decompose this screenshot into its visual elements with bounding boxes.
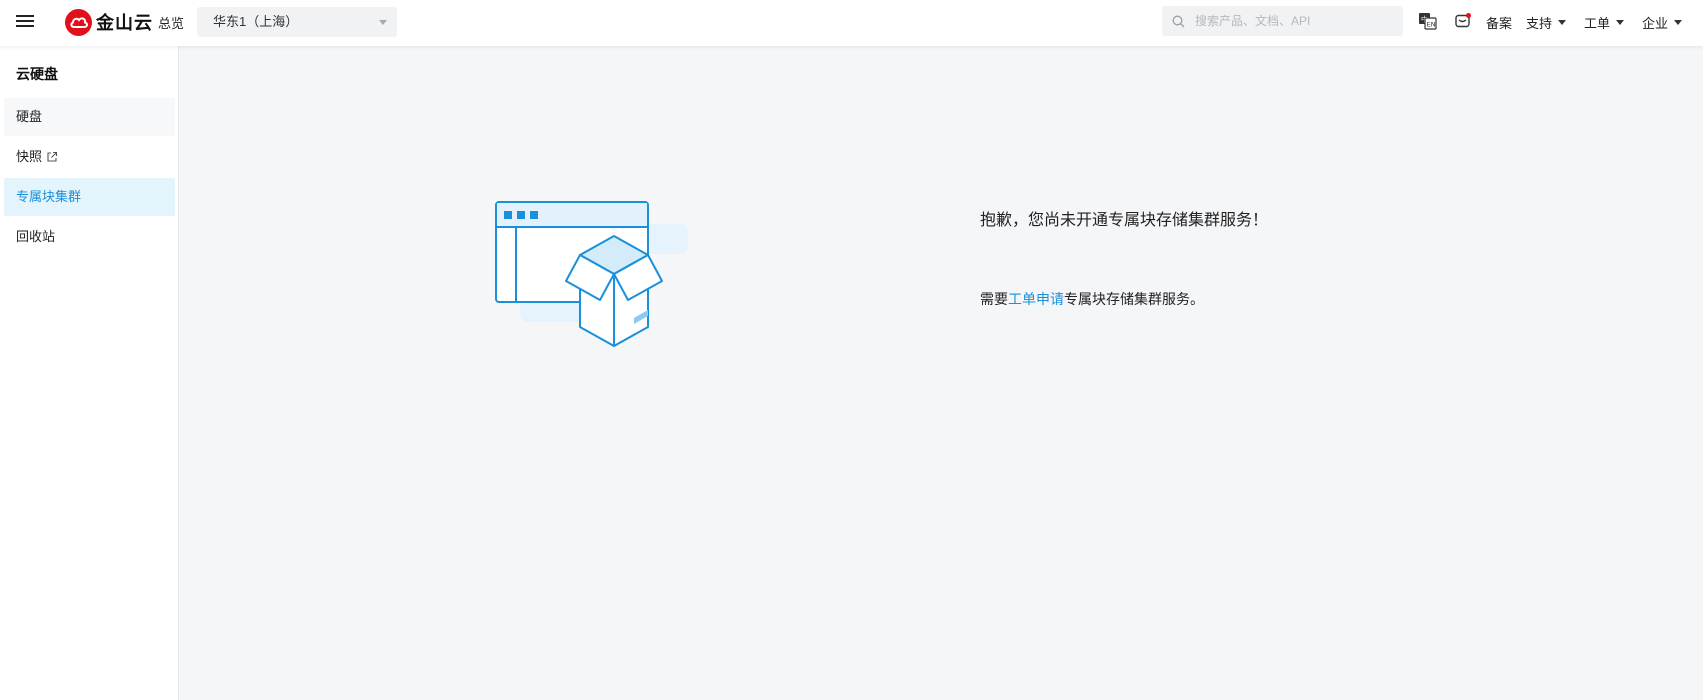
svg-text:EN: EN <box>1427 21 1436 29</box>
search-box <box>1162 6 1403 36</box>
description-suffix: 专属块存储集群服务。 <box>1064 291 1204 307</box>
overview-link[interactable]: 总览 <box>158 13 184 32</box>
region-selector[interactable]: 华东1（上海） <box>197 7 397 37</box>
sidebar-title: 云硬盘 <box>16 66 58 82</box>
main-content: 抱歉，您尚未开通专属块存储集群服务！ 需要工单申请专属块存储集群服务。 <box>180 46 1703 700</box>
hamburger-menu-icon[interactable] <box>16 12 34 30</box>
region-value: 华东1（上海） <box>213 14 299 29</box>
chevron-down-icon <box>379 20 387 25</box>
beian-link[interactable]: 备案 <box>1486 13 1512 32</box>
enterprise-menu[interactable]: 企业 <box>1642 13 1683 32</box>
search-input[interactable] <box>1193 13 1383 29</box>
logo-text: 金山云 <box>96 13 153 33</box>
ticket-label: 工单 <box>1584 16 1611 31</box>
sidebar-item-recycle-bin[interactable]: 回收站 <box>4 218 175 256</box>
cloud-logo-icon <box>65 8 92 36</box>
caret-down-icon <box>1558 20 1567 25</box>
logo[interactable]: 金山云 <box>65 8 153 36</box>
beian-label: 备案 <box>1486 16 1513 31</box>
external-link-icon <box>47 151 58 162</box>
ticket-apply-link[interactable]: 工单申请 <box>1008 291 1064 307</box>
empty-box-illustration-icon <box>495 201 688 347</box>
search-icon <box>1172 15 1185 27</box>
description-prefix: 需要 <box>980 291 1008 307</box>
ticket-menu[interactable]: 工单 <box>1584 13 1625 32</box>
empty-state-description: 需要工单申请专属块存储集群服务。 <box>980 289 1204 309</box>
empty-state-title: 抱歉，您尚未开通专属块存储集群服务！ <box>980 212 1269 229</box>
sidebar-item-label: 专属块集群 <box>16 189 82 204</box>
caret-down-icon <box>1616 20 1625 25</box>
support-label: 支持 <box>1526 16 1553 31</box>
sidebar-item-snapshot[interactable]: 快照 <box>4 138 175 176</box>
message-icon[interactable] <box>1454 12 1472 35</box>
sidebar-item-label: 快照 <box>16 149 43 164</box>
sidebar-item-dedicated-cluster[interactable]: 专属块集群 <box>4 178 175 216</box>
support-menu[interactable]: 支持 <box>1526 13 1567 32</box>
sidebar: 云硬盘 硬盘 快照 专属块集群 回收站 <box>0 46 179 700</box>
sidebar-item-label: 回收站 <box>16 229 56 244</box>
caret-down-icon <box>1674 20 1683 25</box>
language-switch-icon[interactable]: 中 EN <box>1418 12 1438 35</box>
enterprise-label: 企业 <box>1642 16 1669 31</box>
top-navigation-bar: 金山云 总览 华东1（上海） 中 EN 备案 支持 <box>0 0 1703 46</box>
sidebar-item-label: 硬盘 <box>16 109 43 124</box>
sidebar-item-disk[interactable]: 硬盘 <box>4 98 175 136</box>
